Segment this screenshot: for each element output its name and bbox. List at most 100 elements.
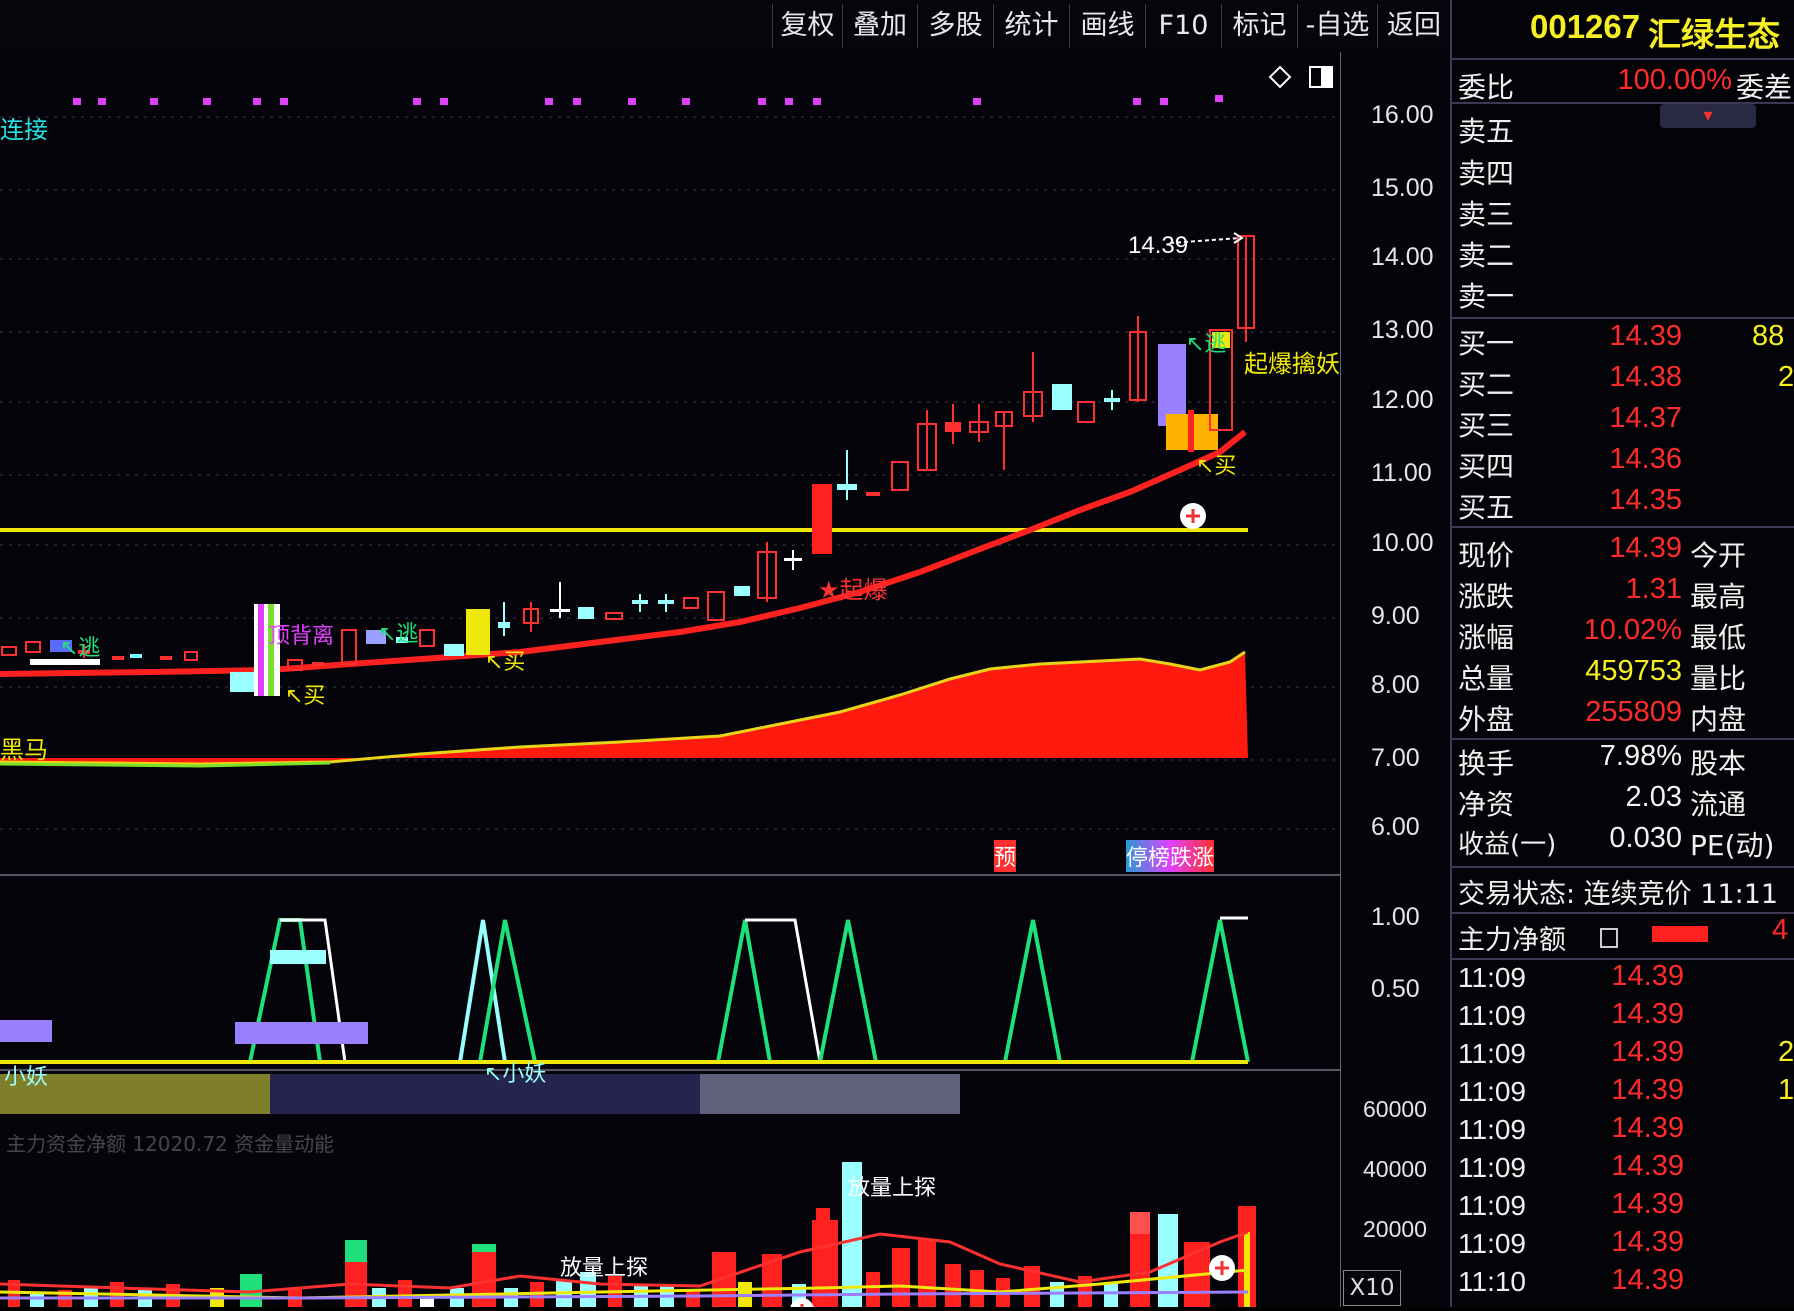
y-tick: 6.00 xyxy=(1371,813,1420,841)
duogu-button[interactable]: 多股 xyxy=(917,4,993,48)
stat-label: 现价 xyxy=(1458,539,1515,572)
signal-dots xyxy=(73,95,1223,105)
buy-3-label: 买三 xyxy=(1458,409,1515,442)
buy-5-price: 14.35 xyxy=(1609,484,1682,516)
stat-value: 0.030 xyxy=(1609,822,1682,854)
vol-y-tick: 40000 xyxy=(1363,1156,1427,1182)
zixuan-button[interactable]: -自选 xyxy=(1297,4,1377,48)
y-tick: 13.00 xyxy=(1371,316,1434,344)
y-tick: 14.00 xyxy=(1371,243,1434,271)
stat-right-label: 量比 xyxy=(1690,662,1747,695)
weibi-value: 100.00% xyxy=(1617,64,1733,96)
tingbang-badge: 停榜跌涨 xyxy=(1126,840,1215,872)
y-tick: 9.00 xyxy=(1371,602,1420,630)
buy-1-label: 买一 xyxy=(1458,327,1515,360)
stat-right-label: 内盘 xyxy=(1690,703,1747,736)
beili-label: 顶背离 xyxy=(268,624,335,649)
tick-time: 11:10 xyxy=(1458,1266,1526,1297)
yu-badge: 预 xyxy=(994,840,1017,872)
buy-4-label: 买四 xyxy=(1458,450,1515,483)
tao-label-3: ↖逃 xyxy=(1186,332,1227,357)
tick-price: 14.39 xyxy=(1611,1074,1684,1106)
sell-1-label: 卖一 xyxy=(1458,280,1515,313)
stat-value: 459753 xyxy=(1585,655,1682,687)
fuquan-button[interactable]: 复权 xyxy=(772,4,842,48)
mai-label-1: ↖买 xyxy=(285,684,326,709)
stat-value: 255809 xyxy=(1585,696,1682,728)
buy-3-price: 14.37 xyxy=(1609,402,1682,434)
stat-label: 涨跌 xyxy=(1458,580,1515,613)
y-tick: 11.00 xyxy=(1371,459,1432,487)
tick-vol: 2 xyxy=(1778,1036,1794,1068)
stat-value: 1.31 xyxy=(1625,573,1682,605)
stat-right-label: 最低 xyxy=(1690,621,1747,654)
stat-label: 总量 xyxy=(1458,662,1515,695)
main-net-bar xyxy=(1652,926,1708,942)
diejia-button[interactable]: 叠加 xyxy=(842,4,917,48)
tick-time: 11:09 xyxy=(1458,1038,1526,1069)
stat-right-label: 股本 xyxy=(1690,747,1747,780)
tick-price: 14.39 xyxy=(1611,960,1684,992)
tick-price: 14.39 xyxy=(1611,1036,1684,1068)
stat-right-label: 流通 xyxy=(1690,788,1747,821)
heima-label: 黑马 xyxy=(0,736,48,764)
tick-price: 14.39 xyxy=(1611,1264,1684,1296)
huaxian-button[interactable]: 画线 xyxy=(1069,4,1145,48)
diamond-icon xyxy=(1268,65,1292,89)
price-tag: 14.39 xyxy=(1128,232,1189,259)
tick-time: 11:09 xyxy=(1458,1114,1526,1145)
tick-time: 11:09 xyxy=(1458,1000,1526,1031)
trade-status: 交易状态: 连续竞价 11:11 xyxy=(1458,879,1779,910)
tick-time: 11:09 xyxy=(1458,1152,1526,1183)
buy-2-label: 买二 xyxy=(1458,368,1515,401)
price-axis: 16.00 15.00 14.00 13.00 12.00 11.00 10.0… xyxy=(1340,52,1450,1307)
xiaoyao-label-1: 小妖 xyxy=(4,1065,49,1090)
tao-label-1: ↖逃 xyxy=(60,636,101,661)
f10-button[interactable]: F10 xyxy=(1145,4,1221,48)
tongji-button[interactable]: 统计 xyxy=(993,4,1069,48)
buy-2-price: 14.38 xyxy=(1609,361,1682,393)
stat-value: 14.39 xyxy=(1609,532,1682,564)
stat-label: 收益(一) xyxy=(1458,830,1557,860)
expand-toggle[interactable]: ▾ xyxy=(1660,104,1756,128)
y-tick: 12.00 xyxy=(1371,386,1434,414)
fanhui-button[interactable]: 返回 xyxy=(1377,4,1450,48)
sell-5-label: 卖五 xyxy=(1458,115,1515,148)
tick-time: 11:09 xyxy=(1458,1190,1526,1221)
stock-name: 汇绿生态 xyxy=(1648,15,1780,54)
tick-price: 14.39 xyxy=(1611,1188,1684,1220)
tick-price: 14.39 xyxy=(1611,1112,1684,1144)
mai-label-2: ↖买 xyxy=(485,650,526,675)
vol-y-tick: 20000 xyxy=(1363,1216,1427,1242)
buy-2-vol: 2 xyxy=(1778,361,1794,393)
chart-toolbar: 复权 叠加 多股 统计 画线 F10 标记 -自选 返回 xyxy=(0,0,1450,53)
lianjie-label: 连接 xyxy=(0,116,48,144)
sub-y-tick: 1.00 xyxy=(1371,903,1420,931)
y-tick: 15.00 xyxy=(1371,174,1434,202)
fangliang-label-1: 放量上探 xyxy=(560,1256,649,1281)
stat-right-label: 最高 xyxy=(1690,580,1747,613)
kline-chart-area[interactable]: 连接 黑马 14.39 起爆擒妖 ↖逃 ↖买 ★起爆 ↖买 ↖买 ↖逃 ↖逃 顶… xyxy=(0,52,1340,1311)
main-net-label: 主力净额 xyxy=(1458,925,1566,956)
weicha-label: 委差 xyxy=(1736,71,1793,104)
qi-label: ★起爆 xyxy=(818,576,888,604)
sell-4-label: 卖四 xyxy=(1458,157,1515,190)
y-tick: 7.00 xyxy=(1371,744,1420,772)
stat-value: 2.03 xyxy=(1625,781,1682,813)
stock-code: 001267 xyxy=(1530,8,1641,45)
biaoji-button[interactable]: 标记 xyxy=(1221,4,1297,48)
vol-y-tick: 60000 xyxy=(1363,1096,1427,1122)
buy-5-label: 买五 xyxy=(1458,491,1515,524)
tick-price: 14.39 xyxy=(1611,998,1684,1030)
stat-right-label: 今开 xyxy=(1690,539,1747,572)
buy-1-price: 14.39 xyxy=(1609,320,1682,352)
buy-4-price: 14.36 xyxy=(1609,443,1682,475)
info-icon[interactable] xyxy=(1600,928,1618,948)
y-tick: 10.00 xyxy=(1371,529,1434,557)
y-tick: 8.00 xyxy=(1371,671,1420,699)
candles xyxy=(1,235,1255,696)
stat-value: 10.02% xyxy=(1583,614,1682,646)
stat-value: 7.98% xyxy=(1599,740,1682,772)
y-tick: 16.00 xyxy=(1371,101,1434,129)
tao-label-2: ↖逃 xyxy=(378,622,419,647)
